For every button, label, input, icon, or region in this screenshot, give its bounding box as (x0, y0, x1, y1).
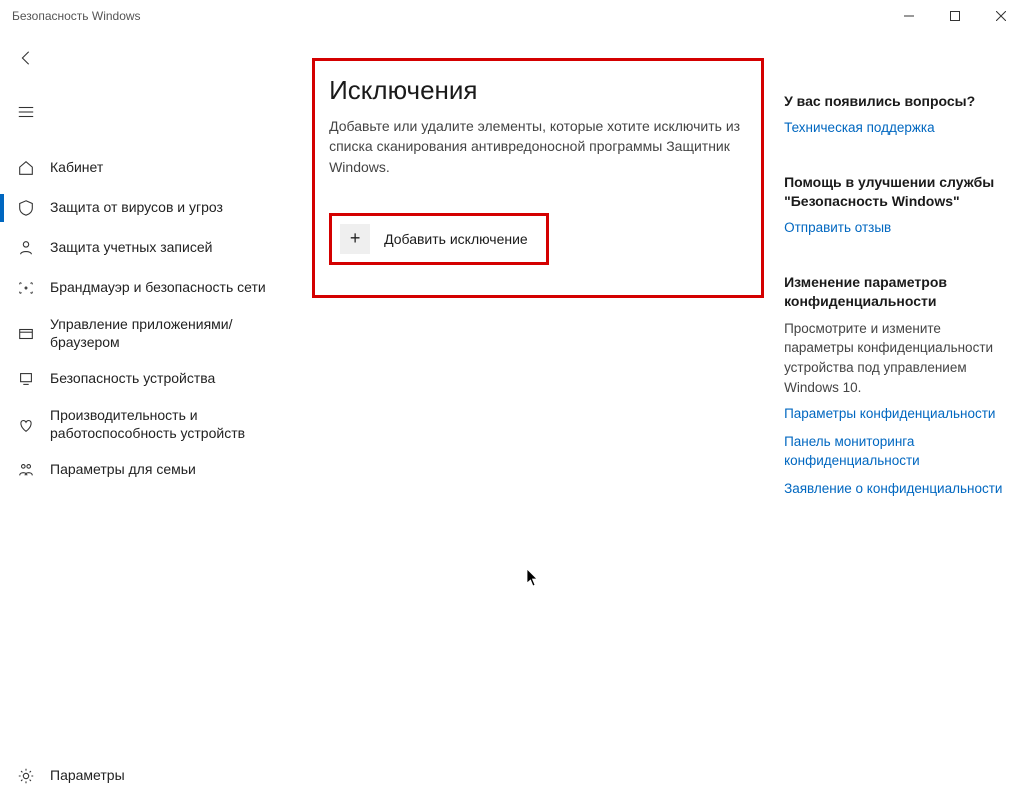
app-browser-icon (16, 324, 36, 344)
nav-home[interactable]: Кабинет (0, 148, 292, 188)
firewall-icon (16, 278, 36, 298)
sidebar: Кабинет Защита от вирусов и угроз Защита… (0, 32, 292, 796)
page-description: Добавьте или удалите элементы, которые х… (329, 116, 747, 177)
link-tech-support[interactable]: Техническая поддержка (784, 119, 1008, 137)
nav-label: Защита от вирусов и угроз (50, 199, 223, 217)
nav-virus-threat[interactable]: Защита от вирусов и угроз (0, 188, 292, 228)
nav-label: Управление приложениями/браузером (50, 316, 278, 351)
link-privacy-dashboard[interactable]: Панель мониторинга конфиденциальности (784, 433, 1008, 469)
back-button[interactable] (4, 40, 48, 76)
right-panel: У вас появились вопросы? Техническая под… (784, 32, 1024, 796)
nav-settings[interactable]: Параметры (0, 756, 292, 796)
device-security-icon (16, 369, 36, 389)
page-title: Исключения (329, 75, 747, 106)
window-title: Безопасность Windows (12, 9, 141, 23)
family-icon (16, 460, 36, 480)
section-title: Изменение параметров конфиденциальности (784, 273, 1008, 311)
nav-label: Кабинет (50, 159, 103, 177)
nav-label: Производительность и работоспособность у… (50, 407, 278, 442)
section-title: У вас появились вопросы? (784, 92, 1008, 111)
nav-label: Параметры (50, 767, 125, 785)
section-improve: Помощь в улучшении службы "Безопасность … (784, 173, 1008, 237)
nav-device-performance[interactable]: Производительность и работоспособность у… (0, 399, 292, 450)
maximize-button[interactable] (932, 0, 978, 32)
section-questions: У вас появились вопросы? Техническая под… (784, 92, 1008, 137)
nav-app-browser[interactable]: Управление приложениями/браузером (0, 308, 292, 359)
nav-label: Защита учетных записей (50, 239, 212, 257)
section-privacy: Изменение параметров конфиденциальности … (784, 273, 1008, 498)
nav-label: Параметры для семьи (50, 461, 196, 479)
shield-icon (16, 198, 36, 218)
section-text: Просмотрите и измените параметры конфиде… (784, 319, 1008, 397)
nav-family-options[interactable]: Параметры для семьи (0, 450, 292, 490)
nav-device-security[interactable]: Безопасность устройства (0, 359, 292, 399)
nav-firewall[interactable]: Брандмауэр и безопасность сети (0, 268, 292, 308)
nav-label: Брандмауэр и безопасность сети (50, 279, 266, 297)
main-content: Исключения Добавьте или удалите элементы… (292, 32, 784, 796)
add-exclusion-label: Добавить исключение (384, 231, 528, 247)
heart-icon (16, 415, 36, 435)
title-bar: Безопасность Windows (0, 0, 1024, 32)
add-exclusion-button[interactable]: + Добавить исключение (332, 216, 546, 262)
section-title: Помощь в улучшении службы "Безопасность … (784, 173, 1008, 211)
minimize-button[interactable] (886, 0, 932, 32)
plus-icon: + (340, 224, 370, 254)
cursor-icon (526, 568, 540, 588)
person-icon (16, 238, 36, 258)
link-privacy-settings[interactable]: Параметры конфиденциальности (784, 405, 1008, 423)
link-send-feedback[interactable]: Отправить отзыв (784, 219, 1008, 237)
highlight-frame: Исключения Добавьте или удалите элементы… (312, 58, 764, 298)
close-button[interactable] (978, 0, 1024, 32)
home-icon (16, 158, 36, 178)
nav-account-protection[interactable]: Защита учетных записей (0, 228, 292, 268)
gear-icon (16, 766, 36, 786)
window-controls (886, 0, 1024, 32)
nav-label: Безопасность устройства (50, 370, 215, 388)
nav-list: Кабинет Защита от вирусов и угроз Защита… (0, 148, 292, 756)
highlight-frame-inner: + Добавить исключение (329, 213, 549, 265)
hamburger-button[interactable] (4, 94, 48, 130)
link-privacy-statement[interactable]: Заявление о конфиденциальности (784, 480, 1008, 498)
